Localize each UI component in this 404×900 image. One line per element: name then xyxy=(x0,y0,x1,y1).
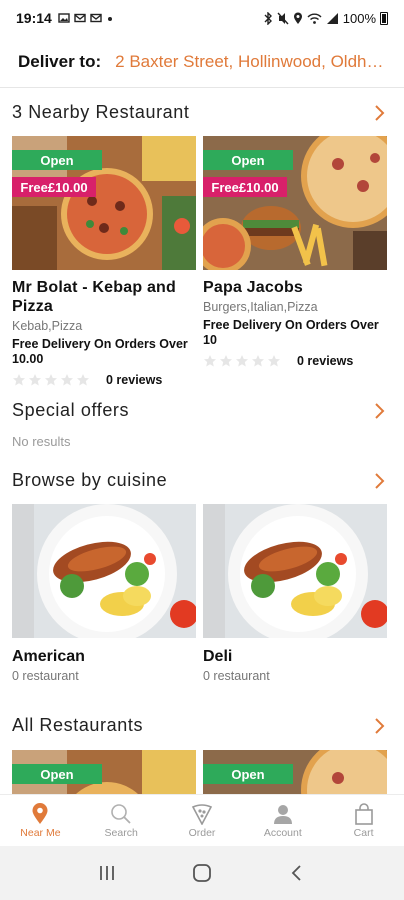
chevron-right-icon[interactable] xyxy=(370,717,388,735)
nearby-section-title: 3 Nearby Restaurant xyxy=(12,102,190,122)
free-delivery-badge: Free£10.00 xyxy=(203,177,287,197)
status-right: 100% xyxy=(263,11,388,26)
restaurant-name: Papa Jacobs xyxy=(203,279,304,296)
rating-row: 0 reviews xyxy=(203,354,387,368)
all-restaurants-title: All Restaurants xyxy=(12,715,144,735)
home-icon[interactable] xyxy=(191,862,213,884)
status-bar: 19:14 100% xyxy=(0,0,404,36)
cuisine-name: American xyxy=(12,648,85,665)
open-badge: Open xyxy=(12,764,102,784)
user-icon xyxy=(273,804,292,824)
system-nav-bar xyxy=(0,846,404,900)
nav-cart[interactable]: Cart xyxy=(323,795,404,846)
chevron-right-icon[interactable] xyxy=(370,104,388,122)
free-delivery-badge: Free£10.00 xyxy=(12,177,96,197)
restaurant-delivery-info: Free Delivery On Orders Over 10.00 xyxy=(12,337,188,366)
restaurant-cuisine: Burgers,Italian,Pizza xyxy=(203,300,318,314)
nav-label: Search xyxy=(104,826,138,839)
bottom-nav: Near Me Search Order Account Cart xyxy=(0,794,404,846)
back-icon[interactable] xyxy=(287,863,307,883)
star-icon xyxy=(236,355,248,367)
status-time: 19:14 xyxy=(16,10,52,26)
shopping-bag-icon xyxy=(354,802,373,825)
cuisine-card-deli[interactable]: Deli 0 restaurant xyxy=(203,504,387,683)
chevron-right-icon[interactable] xyxy=(370,402,388,420)
gmail-icon xyxy=(90,13,102,23)
search-icon xyxy=(111,803,131,824)
dot-icon xyxy=(107,17,112,21)
star-icon xyxy=(45,374,57,386)
all-restaurant-card[interactable]: Open xyxy=(203,750,387,794)
notification-icons xyxy=(58,12,114,24)
open-badge: Open xyxy=(203,764,293,784)
cuisine-restaurant-count: 0 restaurant xyxy=(12,669,79,683)
all-restaurant-card[interactable]: Open xyxy=(12,750,196,794)
image-icon xyxy=(58,13,70,23)
star-icon xyxy=(13,374,25,386)
restaurant-card-papa-jacobs[interactable]: Open Free£10.00 Papa Jacobs Burgers,Ital… xyxy=(203,136,387,368)
nav-near-me[interactable]: Near Me xyxy=(0,795,81,846)
restaurant-image: Open Free£10.00 xyxy=(12,136,196,270)
restaurant-delivery-info: Free Delivery On Orders Over 10 xyxy=(203,318,379,347)
chevron-right-icon[interactable] xyxy=(370,472,388,490)
status-left: 19:14 xyxy=(16,10,114,26)
signal-icon xyxy=(326,12,338,24)
special-offers-header[interactable]: Special offers xyxy=(12,400,388,421)
star-icon xyxy=(29,374,41,386)
battery-icon xyxy=(380,11,388,25)
nav-label: Cart xyxy=(353,826,374,839)
special-offers-empty: No results xyxy=(12,434,71,449)
main-content: 3 Nearby Restaurant Open Free£10.00 Mr B… xyxy=(0,88,404,794)
cuisine-card-american[interactable]: American 0 restaurant xyxy=(12,504,196,683)
nearby-section-header[interactable]: 3 Nearby Restaurant xyxy=(12,102,388,123)
reviews-count: 0 reviews xyxy=(106,373,163,387)
star-icon xyxy=(77,374,89,386)
restaurant-name: Mr Bolat - Kebap and Pizza xyxy=(12,279,177,315)
rating-row: 0 reviews xyxy=(12,373,196,387)
restaurant-card-mr-bolat[interactable]: Open Free£10.00 Mr Bolat - Kebap and Piz… xyxy=(12,136,196,387)
browse-cuisine-header[interactable]: Browse by cuisine xyxy=(12,470,388,491)
nav-account[interactable]: Account xyxy=(242,795,323,846)
gmail-icon xyxy=(74,13,86,23)
restaurant-image: Open Free£10.00 xyxy=(203,136,387,270)
battery-percent: 100% xyxy=(342,10,376,26)
all-restaurants-header[interactable]: All Restaurants xyxy=(12,715,388,736)
restaurant-image: Open xyxy=(12,750,196,794)
star-icon xyxy=(268,355,280,367)
star-icon xyxy=(220,355,232,367)
cuisine-name: Deli xyxy=(203,648,233,665)
location-icon xyxy=(293,12,302,24)
nav-label: Order xyxy=(188,826,216,839)
star-icon xyxy=(252,355,264,367)
browse-cuisine-title: Browse by cuisine xyxy=(12,470,168,490)
wifi-icon xyxy=(307,13,322,24)
delivery-address[interactable]: 2 Baxter Street, Hollinwood, Oldham xyxy=(115,52,386,72)
cuisine-image xyxy=(12,504,196,638)
mute-icon xyxy=(277,12,289,24)
cuisine-restaurant-count: 0 restaurant xyxy=(203,669,270,683)
recent-apps-icon[interactable] xyxy=(97,864,117,882)
deliver-bar[interactable]: Deliver to: 2 Baxter Street, Hollinwood,… xyxy=(0,36,404,88)
special-offers-title: Special offers xyxy=(12,400,130,420)
nav-label: Account xyxy=(263,826,302,839)
restaurant-cuisine: Kebab,Pizza xyxy=(12,319,83,333)
nav-order[interactable]: Order xyxy=(162,795,243,846)
nav-search[interactable]: Search xyxy=(81,795,162,846)
star-icon xyxy=(61,374,73,386)
reviews-count: 0 reviews xyxy=(297,354,354,368)
open-badge: Open xyxy=(12,150,102,170)
restaurant-image: Open xyxy=(203,750,387,794)
star-icon xyxy=(204,355,216,367)
open-badge: Open xyxy=(203,150,293,170)
pizza-slice-icon xyxy=(191,803,213,825)
cuisine-image xyxy=(203,504,387,638)
nav-label: Near Me xyxy=(20,826,61,839)
bluetooth-icon xyxy=(264,11,272,25)
location-pin-icon xyxy=(32,802,48,824)
deliver-label: Deliver to: xyxy=(18,51,102,71)
